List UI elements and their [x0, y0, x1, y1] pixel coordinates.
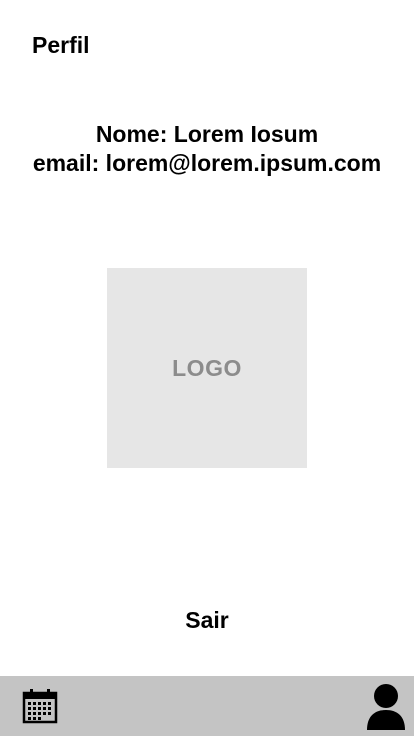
- user-icon: [367, 684, 405, 730]
- page-title: Perfil: [32, 32, 90, 58]
- logout-button[interactable]: Sair: [157, 602, 257, 638]
- profile-name: Nome: Lorem Iosum: [95, 121, 319, 147]
- nav-calendar-button[interactable]: [20, 686, 60, 726]
- logo-placeholder: LOGO: [107, 268, 307, 468]
- bottom-nav: [0, 676, 414, 736]
- profile-info: Nome: Lorem Iosum email: lorem@lorem.ips…: [0, 120, 414, 178]
- logo-text: LOGO: [172, 354, 242, 381]
- nav-profile-button[interactable]: [364, 682, 408, 732]
- profile-email: email: lorem@lorem.ipsum.com: [32, 150, 382, 176]
- calendar-icon: [22, 689, 58, 724]
